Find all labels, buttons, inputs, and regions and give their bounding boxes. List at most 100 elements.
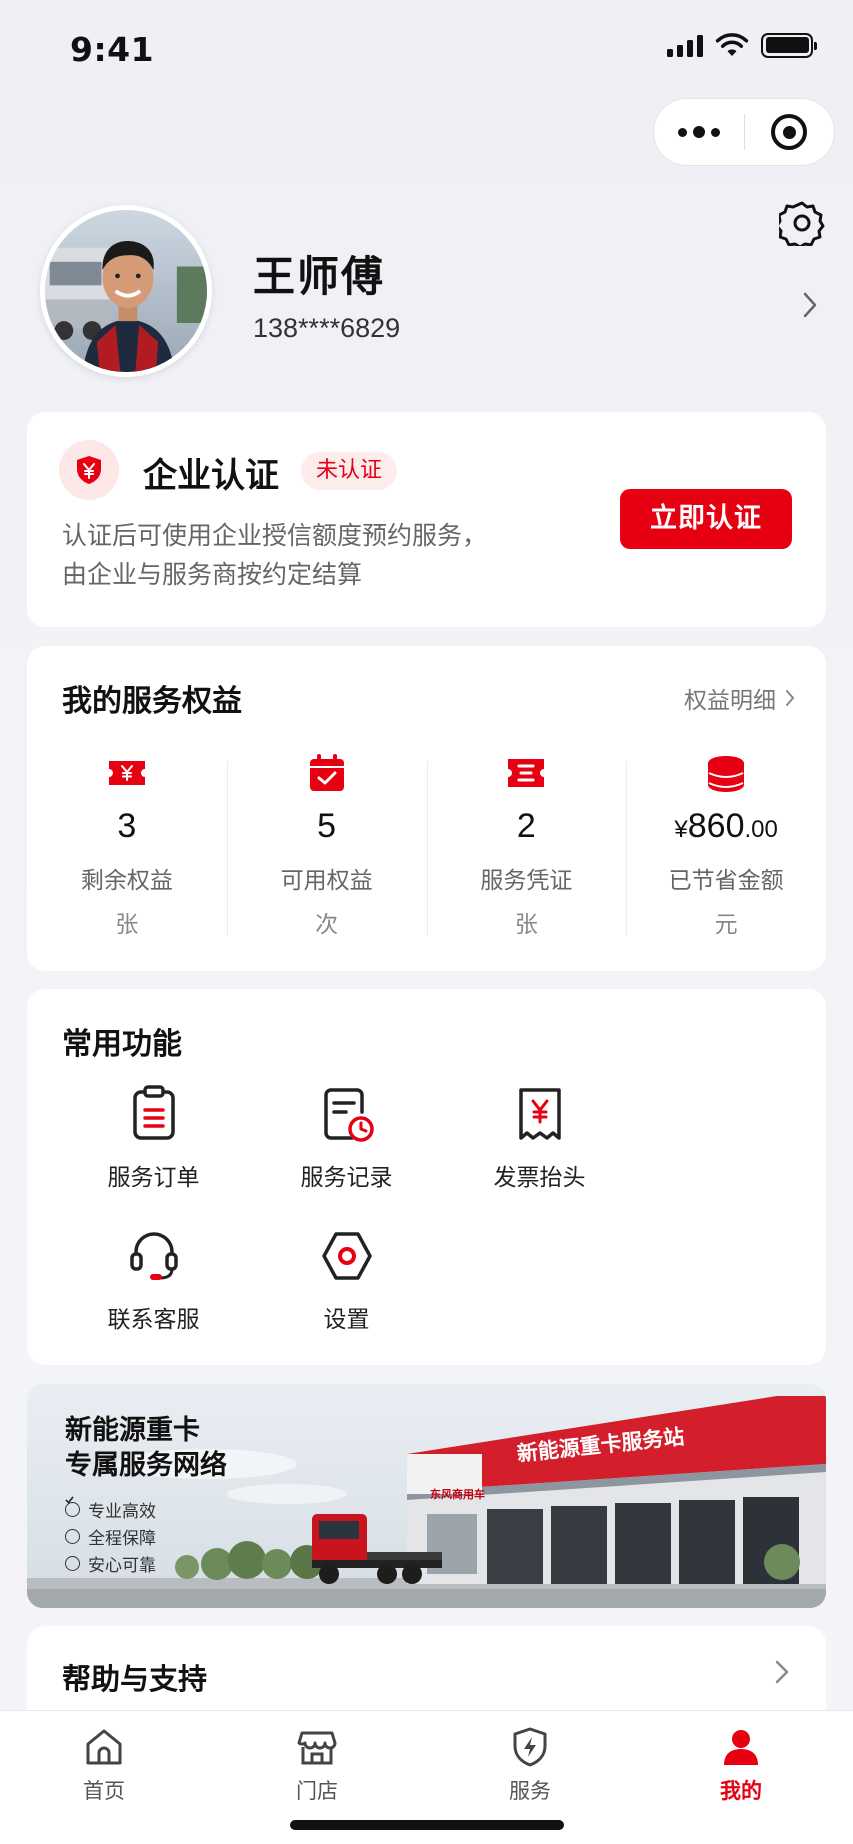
right-unit: 张 <box>115 912 139 938</box>
certify-now-button[interactable]: 立即认证 <box>620 489 792 549</box>
right-label: 剩余权益 <box>80 868 173 894</box>
document-clock-icon <box>323 1088 374 1142</box>
enterprise-cert-card: 企业认证 未认证 认证后可使用企业授信额度预约服务， 由企业与服务商按约定结算 … <box>27 412 826 627</box>
banner-point: 全程保障 <box>65 1496 156 1550</box>
home-icon <box>86 1729 122 1765</box>
check-circle-icon <box>65 1496 80 1544</box>
service-rights-title: 我的服务权益 <box>62 684 242 719</box>
function-label: 设置 <box>323 1307 370 1333</box>
common-functions-title: 常用功能 <box>62 1027 182 1062</box>
saved-amount-decimal: .00 <box>744 816 778 843</box>
rights-detail-link[interactable]: 权益明细 <box>684 681 796 715</box>
enterprise-cert-desc-line2: 由企业与服务商按约定结算 <box>62 560 363 589</box>
enterprise-cert-desc: 认证后可使用企业授信额度预约服务， 由企业与服务商按约定结算 <box>62 516 487 594</box>
currency-symbol: ¥ <box>674 816 688 843</box>
saved-amount: ¥860.00 <box>674 807 777 849</box>
shield-yen-icon <box>59 440 119 500</box>
right-value: 5 <box>317 807 337 845</box>
tab-home[interactable]: 首页 <box>49 1725 159 1805</box>
right-value: 3 <box>117 807 137 845</box>
service-rights-card: 我的服务权益 权益明细 3 剩余权益 张 5 可用权益 次 2 服务凭证 张 ¥… <box>27 646 826 971</box>
right-item-saved[interactable]: ¥860.00 已节省金额 元 <box>626 751 826 946</box>
more-menu-button[interactable] <box>654 126 744 138</box>
common-functions-card: 常用功能 服务订单 服务记录 发票抬头 联系客服 设置 <box>27 989 826 1365</box>
banner-title-line2: 专属服务网络 <box>65 1450 227 1481</box>
store-icon <box>297 1731 337 1765</box>
clipboard-icon <box>132 1085 175 1140</box>
battery-icon <box>761 32 817 58</box>
tab-store[interactable]: 门店 <box>262 1725 372 1805</box>
miniprogram-capsule <box>653 98 835 166</box>
wifi-icon <box>715 33 749 56</box>
contact-support-button[interactable]: 联系客服 <box>57 1226 250 1368</box>
avatar[interactable] <box>40 205 212 377</box>
user-icon <box>724 1730 758 1765</box>
chevron-right-icon <box>775 1660 789 1684</box>
tab-label: 门店 <box>296 1779 338 1803</box>
banner-points: 专业高效 全程保障 安心可靠 <box>65 1496 156 1577</box>
headset-icon <box>129 1232 178 1280</box>
right-item-voucher[interactable]: 2 服务凭证 张 <box>426 751 627 946</box>
tab-service[interactable]: 服务 <box>475 1725 585 1805</box>
close-miniprogram-button[interactable] <box>745 114 835 150</box>
saved-amount-integer: 860 <box>687 807 745 845</box>
banner-point: 专业高效 <box>65 1496 156 1523</box>
tab-label: 服务 <box>509 1779 551 1803</box>
tab-label: 我的 <box>720 1779 762 1803</box>
user-phone: 138****6829 <box>253 313 401 343</box>
enterprise-cert-title: 企业认证 <box>143 456 279 496</box>
banner-point-label: 专业高效 <box>88 1502 156 1522</box>
service-records-button[interactable]: 服务记录 <box>250 1084 443 1226</box>
banner-title: 新能源重卡 专属服务网络 <box>65 1413 227 1483</box>
right-item-available[interactable]: 5 可用权益 次 <box>226 751 427 946</box>
right-label: 可用权益 <box>280 868 373 894</box>
calendar-check-icon <box>309 754 344 791</box>
banner-title-line1: 新能源重卡 <box>65 1415 200 1446</box>
help-support-row[interactable]: 帮助与支持 <box>27 1626 826 1716</box>
chevron-right-icon <box>786 690 795 706</box>
function-label: 联系客服 <box>107 1307 200 1333</box>
invoice-header-button[interactable]: 发票抬头 <box>443 1084 636 1226</box>
service-orders-button[interactable]: 服务订单 <box>57 1084 250 1226</box>
user-name: 王师傅 <box>253 252 386 301</box>
enterprise-cert-desc-line1: 认证后可使用企业授信额度预约服务， <box>62 521 488 550</box>
cellular-signal-icon <box>667 33 703 57</box>
home-indicator <box>290 1820 564 1830</box>
right-label: 已节省金额 <box>668 868 784 894</box>
chevron-right-icon <box>803 292 817 318</box>
status-time: 9:41 <box>70 30 155 69</box>
banner-point: 安心可靠 <box>65 1496 156 1577</box>
target-icon <box>771 114 808 150</box>
service-network-banner[interactable]: 新能源重卡 专属服务网络 专业高效 全程保障 安心可靠 新能源重卡服务站 东风商… <box>27 1384 826 1608</box>
function-label: 发票抬头 <box>493 1165 586 1191</box>
rights-grid: 3 剩余权益 张 5 可用权益 次 2 服务凭证 张 ¥860.00 已节省金额… <box>27 751 826 946</box>
receipt-icon <box>518 1088 561 1140</box>
right-unit: 张 <box>514 912 538 938</box>
banner-point-label: 全程保障 <box>88 1529 156 1549</box>
coin-stack-icon <box>708 756 745 792</box>
tab-label: 首页 <box>83 1779 125 1803</box>
right-unit: 次 <box>315 912 339 938</box>
rights-detail-label: 权益明细 <box>684 688 776 714</box>
service-bolt-icon <box>513 1727 547 1767</box>
function-label: 服务订单 <box>107 1165 200 1191</box>
function-label: 服务记录 <box>300 1165 393 1191</box>
brand-logo: 东风商用车 <box>430 1488 485 1501</box>
status-bar: 9:41 <box>0 0 853 100</box>
status-icons <box>667 32 817 58</box>
banner-point-label: 安心可靠 <box>88 1556 156 1576</box>
right-label: 服务凭证 <box>480 868 573 894</box>
tab-mine[interactable]: 我的 <box>686 1725 796 1805</box>
functions-grid: 服务订单 服务记录 发票抬头 联系客服 设置 <box>57 1084 827 1368</box>
coupon-yen-icon <box>108 761 145 785</box>
status-badge: 未认证 <box>301 452 398 490</box>
hex-settings-icon <box>321 1232 372 1280</box>
right-unit: 元 <box>714 912 738 938</box>
settings-button[interactable]: 设置 <box>250 1226 443 1368</box>
check-circle-icon <box>65 1496 80 1517</box>
right-item-remaining[interactable]: 3 剩余权益 张 <box>27 751 227 946</box>
check-circle-icon <box>65 1496 80 1571</box>
right-value: 2 <box>516 807 536 845</box>
ticket-icon <box>508 759 545 787</box>
profile-header[interactable]: 王师傅 138****6829 <box>40 205 820 377</box>
